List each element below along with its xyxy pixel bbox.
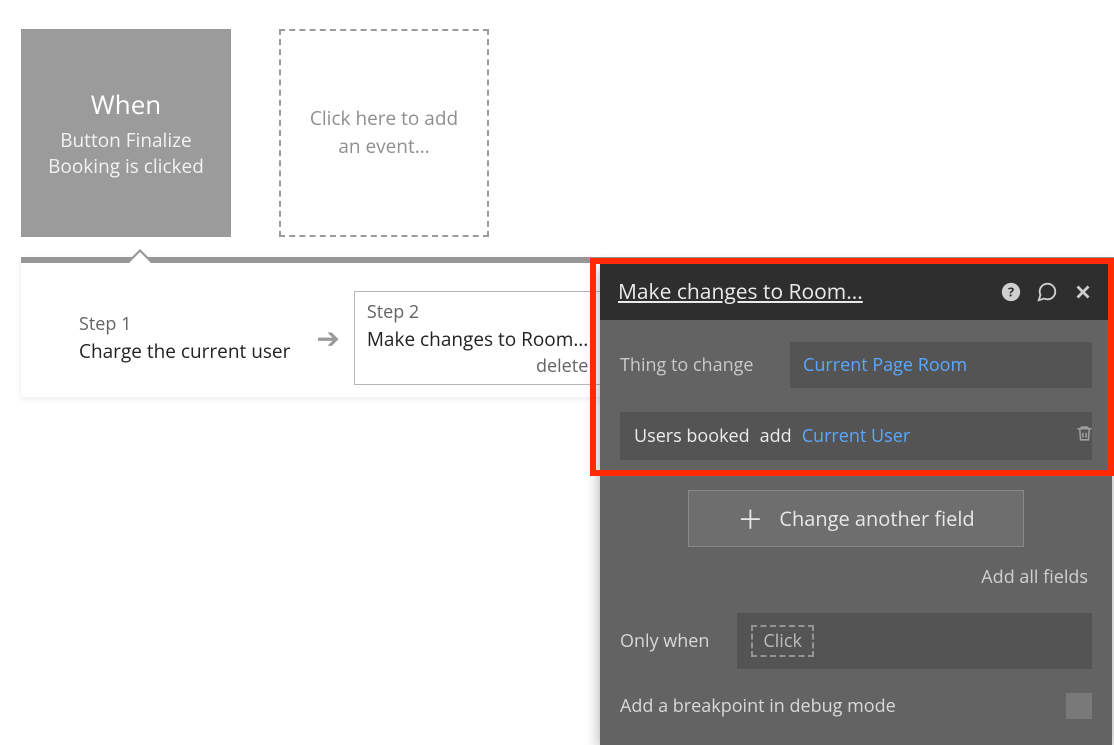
thing-to-change-value[interactable]: Current Page Room xyxy=(790,342,1092,388)
action-property-panel: Make changes to Room... ? Thing to chang… xyxy=(600,264,1112,745)
comment-icon[interactable] xyxy=(1036,281,1058,303)
step-label: Step 1 xyxy=(79,312,290,336)
delete-step-link[interactable]: delete xyxy=(367,354,588,378)
close-icon[interactable] xyxy=(1072,281,1094,303)
svg-text:?: ? xyxy=(1008,283,1014,301)
add-event-placeholder[interactable]: Click here to add an event... xyxy=(279,29,489,237)
step-desc: Charge the current user xyxy=(79,338,290,364)
panel-header[interactable]: Make changes to Room... ? xyxy=(600,264,1112,320)
thing-to-change-label: Thing to change xyxy=(620,353,770,377)
workflow-step-1[interactable]: Step 1 Charge the current user xyxy=(67,306,302,370)
event-trigger-title: When xyxy=(91,86,162,122)
field-change-row[interactable]: Users booked add Current User xyxy=(620,412,1092,460)
step-label: Step 2 xyxy=(367,300,588,324)
field-name: Users booked xyxy=(634,424,750,448)
field-value[interactable]: Current User xyxy=(802,424,911,448)
breakpoint-label: Add a breakpoint in debug mode xyxy=(620,694,896,718)
only-when-placeholder: Click xyxy=(751,625,814,657)
help-icon[interactable]: ? xyxy=(1000,281,1022,303)
only-when-row: Only when Click xyxy=(620,613,1092,669)
event-trigger-desc: Button Finalize Booking is clicked xyxy=(41,128,211,179)
thing-to-change-row: Thing to change Current Page Room xyxy=(620,342,1092,388)
connector-arrow-icon xyxy=(126,249,154,263)
change-another-label: Change another field xyxy=(779,505,974,532)
breakpoint-row: Add a breakpoint in debug mode xyxy=(620,693,1092,735)
only-when-input[interactable]: Click xyxy=(737,613,1092,669)
event-trigger-block[interactable]: When Button Finalize Booking is clicked xyxy=(21,29,231,237)
field-op: add xyxy=(760,424,792,448)
add-all-fields-link[interactable]: Add all fields xyxy=(620,555,1092,613)
breakpoint-checkbox[interactable] xyxy=(1066,693,1092,719)
trash-icon[interactable] xyxy=(1075,424,1094,449)
add-event-label: Click here to add an event... xyxy=(299,105,469,160)
change-another-field-button[interactable]: ＋ Change another field xyxy=(688,490,1024,547)
only-when-label: Only when xyxy=(620,629,709,653)
step-desc: Make changes to Room... xyxy=(367,326,588,352)
workflow-step-2[interactable]: Step 2 Make changes to Room... delete xyxy=(354,291,601,385)
arrow-right-icon: ➔ xyxy=(316,319,339,357)
panel-title: Make changes to Room... xyxy=(618,278,986,306)
